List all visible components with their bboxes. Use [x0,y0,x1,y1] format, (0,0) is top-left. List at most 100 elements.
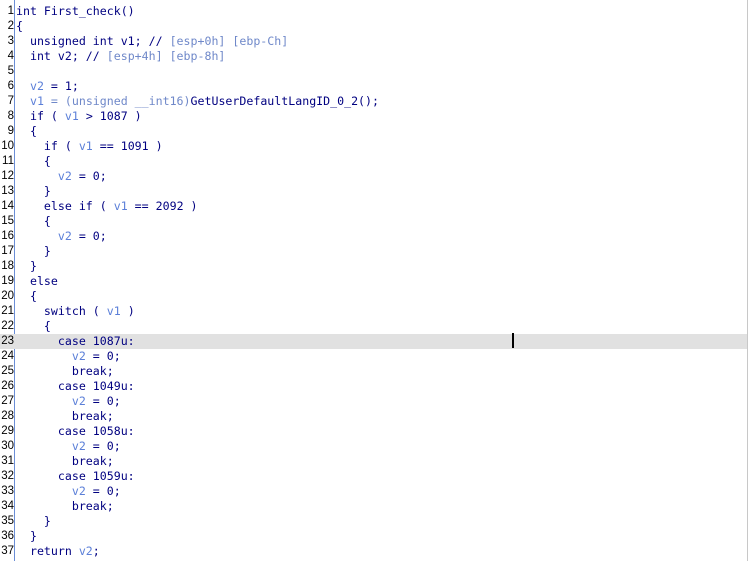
code-line[interactable]: 1 int First_check() [0,4,747,19]
code-token: case 1049u: [16,379,135,393]
line-number: 35 [1,515,14,527]
code-token: = 0; [85,484,121,498]
line-number: 4 [7,50,14,62]
code-text: case 1087u: [16,334,135,349]
editor-right-border [747,0,748,561]
code-line[interactable]: 19 else [0,274,747,289]
code-token: { [16,319,51,333]
code-line[interactable]: 22 { [0,319,747,334]
code-text: } [16,184,51,199]
code-text: int v2; // [esp+4h] [ebp-8h] [16,49,225,64]
line-number: 8 [7,110,14,122]
code-line[interactable]: 5 [0,64,747,79]
variable-token: v1 [78,139,93,153]
line-number: 16 [1,230,14,242]
code-line[interactable]: 24 v2 = 0; [0,349,747,364]
code-line[interactable]: 3 unsigned int v1; // [esp+0h] [ebp-Ch] [0,34,747,49]
code-token: else [16,274,58,288]
text-caret [512,333,514,348]
line-number: 28 [1,410,14,422]
variable-token: v1 [64,109,79,123]
line-number: 21 [1,305,14,317]
code-token: = 0; [85,349,121,363]
code-line[interactable]: 8 if ( v1 > 1087 ) [0,109,747,124]
code-line[interactable]: 34 break; [0,499,747,514]
code-line[interactable]: 32 case 1059u: [0,469,747,484]
code-token: int First_check() [16,4,135,18]
code-line[interactable]: 12 v2 = 0; [0,169,747,184]
code-text: { [16,289,37,304]
variable-token: v1 [113,199,128,213]
code-line[interactable]: 9 { [0,124,747,139]
code-line[interactable]: 10 if ( v1 == 1091 ) [0,139,747,154]
code-line[interactable]: 14 else if ( v1 == 2092 ) [0,199,747,214]
code-text: break; [16,454,114,469]
line-number: 20 [1,290,14,302]
code-line[interactable]: 13 } [0,184,747,199]
code-line[interactable]: 6 v2 = 1; [0,79,747,94]
line-number: 29 [1,425,14,437]
code-token: } [16,244,51,258]
code-line[interactable]: 36 } [0,529,747,544]
code-line[interactable]: 21 switch ( v1 ) [0,304,747,319]
code-line[interactable]: 16 v2 = 0; [0,229,747,244]
code-token: break; [16,409,114,423]
variable-token: v1 [29,94,44,108]
comment-token: [esp+0h] [ebp-Ch] [169,34,289,48]
code-line[interactable]: 4 int v2; // [esp+4h] [ebp-8h] [0,49,747,64]
code-line[interactable]: 2{ [0,19,747,34]
code-token: { [16,154,51,168]
code-line[interactable]: 11 { [0,154,747,169]
line-number: 37 [1,545,14,557]
code-line[interactable]: 30 v2 = 0; [0,439,747,454]
code-token: break; [16,454,114,468]
line-number: 30 [1,440,14,452]
code-line[interactable]: 27 v2 = 0; [0,394,747,409]
code-token: ; [92,544,100,558]
code-line[interactable]: 31 break; [0,454,747,469]
line-number: 32 [1,470,14,482]
code-line[interactable]: 15 { [0,214,747,229]
line-number: 2 [7,20,14,32]
code-line[interactable]: 17 } [0,244,747,259]
code-token: { [16,124,37,138]
variable-token: v2 [71,349,86,363]
code-token: > 1087 ) [78,109,142,123]
code-line[interactable]: 25 break; [0,364,747,379]
line-number: 17 [1,245,14,257]
code-text: v2 = 0; [16,484,121,499]
code-text: { [16,154,51,169]
code-token: = 0; [71,229,107,243]
code-token: return [16,544,79,558]
code-line[interactable]: 28 break; [0,409,747,424]
code-line[interactable]: 20 { [0,289,747,304]
code-line[interactable]: 35 } [0,514,747,529]
code-token: { [16,214,51,228]
variable-token: v1 [106,304,121,318]
code-line[interactable]: 23 case 1087u: [0,334,747,349]
code-token: if ( [16,109,65,123]
line-number: 23 [1,335,14,347]
code-line[interactable]: 29 case 1058u: [0,424,747,439]
code-line[interactable]: 26 case 1049u: [0,379,747,394]
code-text: v1 = (unsigned __int16)GetUserDefaultLan… [16,94,379,109]
code-text: else if ( v1 == 2092 ) [16,199,198,214]
comment-token: = (unsigned __int16) [43,94,191,108]
code-text: if ( v1 > 1087 ) [16,109,142,124]
code-text: case 1058u: [16,424,135,439]
pseudocode-editor[interactable]: 1 int First_check() 2{3 unsigned int v1; /… [0,0,749,561]
code-line[interactable]: 37 return v2; [0,544,747,559]
code-line[interactable]: 7 v1 = (unsigned __int16)GetUserDefaultL… [0,94,747,109]
code-line[interactable]: 33 v2 = 0; [0,484,747,499]
line-number: 18 [1,260,14,272]
line-number: 25 [1,365,14,377]
code-token: == 1091 ) [92,139,163,153]
line-number: 10 [1,140,14,152]
code-token: { [16,289,37,303]
code-text: { [16,124,37,139]
code-token: } [16,529,37,543]
code-text: return v2; [16,544,100,559]
code-line[interactable]: 18 } [0,259,747,274]
